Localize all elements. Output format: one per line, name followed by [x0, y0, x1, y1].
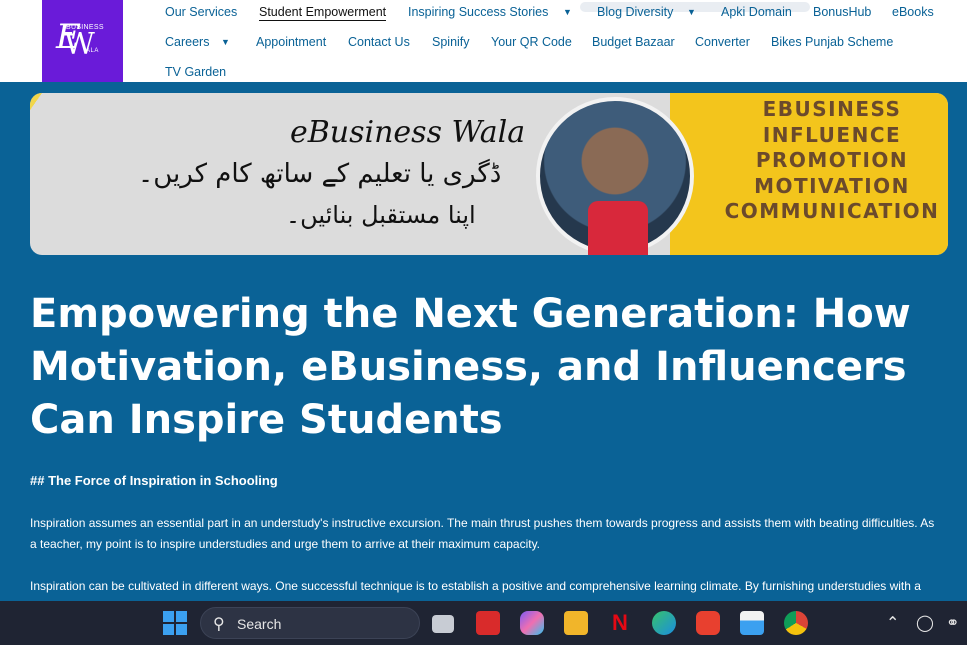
windows-start-icon[interactable] — [163, 611, 187, 635]
article-title: Empowering the Next Generation: How Moti… — [30, 291, 911, 443]
file-explorer-icon[interactable] — [564, 611, 588, 635]
nav-contact-us[interactable]: Contact Us — [348, 34, 410, 50]
task-view-icon[interactable] — [432, 615, 454, 633]
chevron-up-icon[interactable]: ⌃ — [886, 613, 899, 633]
nav-bonushub[interactable]: BonusHub — [813, 4, 871, 20]
hero-banner: eBusiness Wala ڈگری یا تعلیم کے ساتھ کام… — [30, 93, 948, 255]
site-logo[interactable]: E W BUSINESS ALA — [42, 0, 123, 82]
banner-portrait — [536, 97, 694, 255]
chevron-down-icon[interactable]: ▼ — [221, 34, 230, 50]
logo-letter-w: W — [64, 27, 95, 62]
banner-urdu-line-1: ڈگری یا تعلیم کے ساتھ کام کریں۔ — [138, 159, 502, 189]
banner-keyword: MOTIVATION — [754, 173, 910, 198]
banner-urdu-line-2: اپنا مستقبل بنائیں۔ — [286, 201, 476, 229]
article-paragraph: Inspiration assumes an essential part in… — [30, 516, 935, 551]
chevron-down-icon[interactable]: ▼ — [687, 4, 696, 20]
nav-student-empowerment[interactable]: Student Empowerment — [259, 4, 387, 21]
banner-keyword: INFLUENCE — [762, 122, 902, 147]
copilot-tray-icon[interactable]: ◯ — [916, 613, 934, 633]
nav-budget-bazaar[interactable]: Budget Bazaar — [592, 34, 675, 50]
banner-brand: eBusiness Wala — [290, 115, 526, 150]
banner-keyword-list: EBUSINESS INFLUENCE PROMOTION MOTIVATION… — [716, 97, 948, 225]
nav-appointment[interactable]: Appointment — [256, 34, 326, 50]
acrobat-icon[interactable] — [476, 611, 500, 635]
nav-careers[interactable]: Careers — [165, 34, 209, 50]
windows-taskbar: N — [0, 601, 967, 645]
nav-tv-garden[interactable]: TV Garden — [165, 64, 226, 80]
nav-spinify[interactable]: Spinify — [432, 34, 470, 50]
copilot-icon[interactable] — [520, 611, 544, 635]
chevron-down-icon[interactable]: ▼ — [563, 4, 572, 20]
logo-wala-text: ALA — [86, 48, 99, 54]
store-icon[interactable] — [740, 611, 764, 635]
chrome-icon[interactable] — [784, 611, 808, 635]
search-icon: ⚲ — [213, 616, 225, 633]
banner-keyword: EBUSINESS — [762, 97, 902, 121]
edge-icon[interactable] — [652, 611, 676, 635]
wps-icon[interactable] — [696, 611, 720, 635]
nav-apki-domain[interactable]: Apki Domain — [721, 4, 792, 20]
netflix-icon[interactable]: N — [608, 611, 632, 635]
logo-business-text: BUSINESS — [66, 24, 104, 31]
nav-our-services[interactable]: Our Services — [165, 4, 237, 20]
search-label: Search — [237, 616, 282, 632]
nav-ebooks[interactable]: eBooks — [892, 4, 934, 20]
article-subheading: ## The Force of Inspiration in Schooling — [30, 473, 278, 488]
portrait-shirt — [588, 201, 648, 255]
wifi-icon[interactable]: ⚭ — [946, 613, 959, 633]
nav-blog-diversity[interactable]: Blog Diversity — [597, 4, 673, 20]
nav-inspiring-success-stories[interactable]: Inspiring Success Stories — [408, 4, 548, 20]
banner-keyword: COMMUNICATION — [724, 199, 940, 223]
article-paragraph: Inspiration can be cultivated in differe… — [30, 579, 921, 593]
nav-converter[interactable]: Converter — [695, 34, 750, 50]
taskbar-search[interactable]: ⚲ Search — [200, 607, 420, 639]
banner-keyword: PROMOTION — [755, 148, 909, 172]
nav-bikes-punjab-scheme[interactable]: Bikes Punjab Scheme — [771, 34, 893, 50]
banner-stripe — [30, 93, 120, 255]
site-header: E W BUSINESS ALA Our Services Student Em… — [0, 0, 967, 82]
nav-your-qr-code[interactable]: Your QR Code — [491, 34, 572, 50]
